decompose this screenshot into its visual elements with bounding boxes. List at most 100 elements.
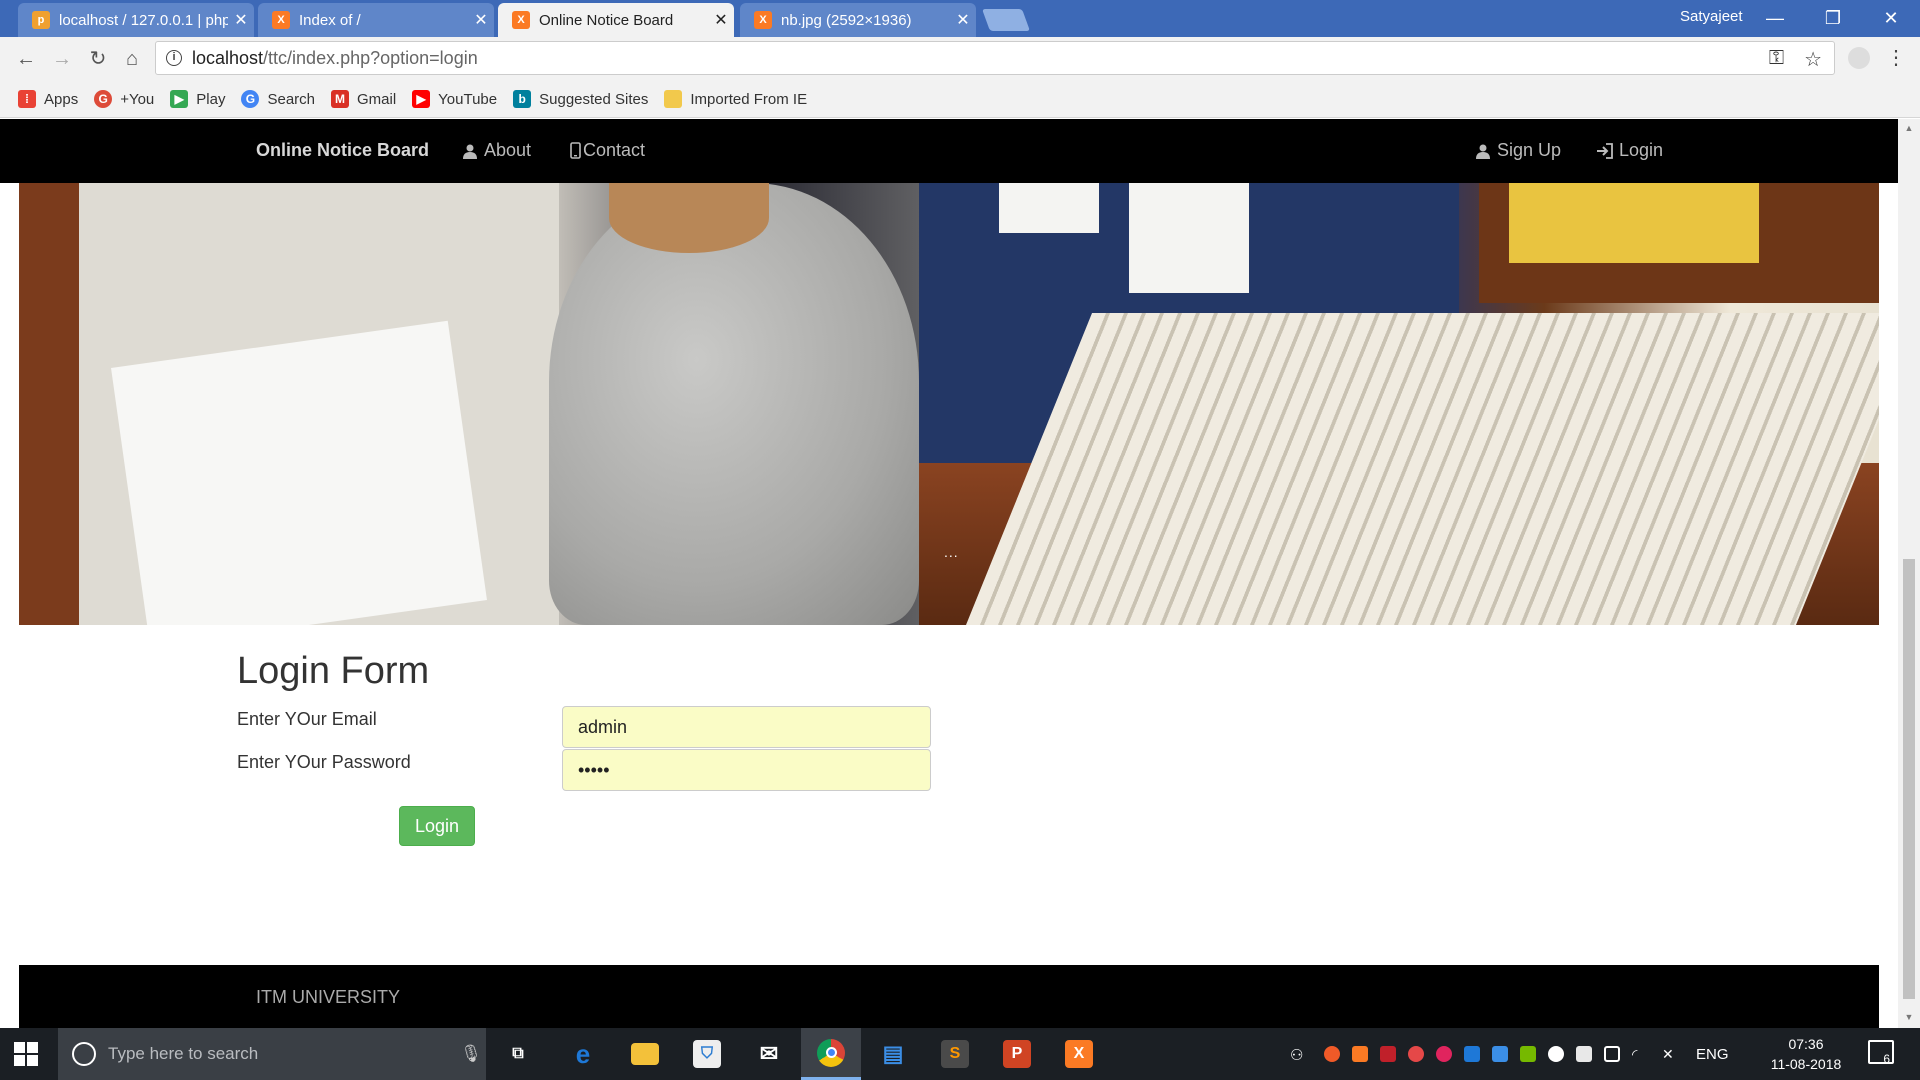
bookmark-label: Gmail [357, 90, 397, 108]
bookmark-apps[interactable]: ⁞ Apps [18, 90, 78, 108]
xampp-tray-icon[interactable] [1352, 1046, 1368, 1062]
login-button[interactable]: Login [399, 806, 475, 846]
file-explorer-icon[interactable] [615, 1028, 675, 1080]
bookmark-label: Search [267, 90, 315, 108]
bookmark-suggested-sites[interactable]: b Suggested Sites [513, 90, 648, 108]
nav-about[interactable]: About [461, 140, 531, 161]
powerpoint-icon[interactable]: P [987, 1028, 1047, 1080]
tab-online-notice-board[interactable]: X Online Notice Board ✕ [498, 3, 734, 37]
hero-wood-frame [19, 183, 79, 625]
hero-poster [1509, 183, 1759, 263]
taskbar-clock[interactable]: 07:36 11-08-2018 [1766, 1034, 1846, 1074]
bookmark-search[interactable]: G Search [241, 90, 315, 108]
laptop-app-icon[interactable]: ▤ [863, 1028, 923, 1080]
close-icon[interactable]: ✕ [950, 10, 976, 30]
hero-image: ... [19, 183, 1879, 625]
bookmark-gmail[interactable]: M Gmail [331, 90, 396, 108]
bluetooth-icon[interactable] [1464, 1046, 1480, 1062]
tab-phpmyadmin[interactable]: p localhost / 127.0.0.1 | php ✕ [18, 3, 254, 37]
url-text[interactable]: localhost/ttc/index.php?option=login [192, 48, 478, 69]
bookmark-label: +You [120, 90, 155, 108]
windows-start-icon[interactable] [14, 1042, 38, 1066]
folder-icon [664, 90, 683, 108]
youtube-icon: ▶ [412, 90, 431, 108]
site-brand[interactable]: Online Notice Board [256, 140, 429, 161]
tray-app-icon[interactable] [1492, 1046, 1508, 1062]
bookmark-label: Suggested Sites [539, 90, 649, 108]
tab-nb-jpg[interactable]: X nb.jpg (2592×1936) ✕ [740, 3, 976, 37]
store-icon[interactable]: ⛉ [677, 1028, 737, 1080]
bookmarks-bar: ⁞ Apps G +You ▶ Play G Search M Gmail ▶ YouTub… [0, 81, 1920, 118]
xampp-icon: X [754, 11, 772, 29]
close-window-icon[interactable]: ✕ [1868, 4, 1914, 32]
people-icon[interactable]: ⚇ [1290, 1046, 1312, 1064]
sublime-text-icon[interactable]: S [925, 1028, 985, 1080]
language-indicator[interactable]: ENG [1696, 1046, 1729, 1063]
tab-title: Online Notice Board [539, 11, 674, 29]
chrome-icon[interactable] [801, 1028, 861, 1080]
bookmark-youtube[interactable]: ▶ YouTube [412, 90, 497, 108]
profile-name[interactable]: Satyajeet [1680, 8, 1743, 25]
close-icon[interactable]: ✕ [468, 10, 494, 30]
minimize-icon[interactable]: — [1752, 4, 1798, 32]
mail-icon[interactable]: ✉ [739, 1028, 799, 1080]
menu-icon[interactable]: ⋮ [1886, 45, 1906, 70]
nav-login[interactable]: Login [1596, 140, 1663, 161]
key-icon[interactable]: ⚿ [1769, 47, 1784, 72]
wifi-icon[interactable]: ◜ [1632, 1046, 1650, 1062]
upload-icon[interactable] [1324, 1046, 1340, 1062]
hero-radiator [965, 313, 1879, 625]
clock-date: 11-08-2018 [1770, 1056, 1842, 1072]
email-field[interactable] [562, 706, 931, 748]
task-view-icon[interactable]: ⧉ [488, 1028, 548, 1080]
bookmark-google-plus[interactable]: G +You [94, 90, 154, 108]
close-icon[interactable]: ✕ [708, 10, 734, 30]
bookmark-star-icon[interactable]: ☆ [1804, 47, 1822, 72]
action-center-icon[interactable]: 6 [1868, 1040, 1894, 1066]
nav-about-label: About [484, 140, 532, 160]
mcafee-icon[interactable] [1380, 1046, 1396, 1062]
taskbar-search[interactable]: Type here to search 🎙 [58, 1028, 486, 1080]
nav-sign-up[interactable]: Sign Up [1474, 140, 1561, 161]
scroll-thumb[interactable] [1903, 559, 1915, 999]
tab-index-of[interactable]: X Index of / ✕ [258, 3, 494, 37]
bookmark-play[interactable]: ▶ Play [170, 90, 225, 108]
phpmyadmin-icon: p [32, 11, 50, 29]
home-icon[interactable]: ⌂ [118, 45, 146, 73]
new-tab-button[interactable] [981, 9, 1031, 31]
windows-taskbar: Type here to search 🎙 ⧉ e ⛉ ✉ ▤ S P X ⚇ … [0, 1028, 1920, 1080]
security-icon[interactable] [1576, 1046, 1592, 1062]
nav-contact[interactable]: Contact [569, 140, 645, 161]
scroll-up-icon[interactable]: ▲ [1903, 123, 1915, 135]
tab-title: localhost / 127.0.0.1 | php [59, 11, 228, 29]
xampp-icon[interactable]: X [1049, 1028, 1109, 1080]
tab-title: Index of / [299, 11, 361, 29]
extension-icon[interactable] [1848, 47, 1870, 69]
email-label: Enter YOur Email [237, 709, 377, 729]
bookmark-label: Imported From IE [690, 90, 808, 108]
speaker-mute-icon[interactable]: ✕ [1662, 1046, 1680, 1062]
tab-title: nb.jpg (2592×1936) [781, 11, 912, 29]
forward-icon[interactable]: → [48, 45, 76, 73]
browser-titlebar: p localhost / 127.0.0.1 | php ✕ X Index … [0, 0, 1920, 37]
reload-icon[interactable]: ↻ [84, 45, 112, 73]
microphone-icon[interactable]: 🎙 [456, 1044, 486, 1064]
tray-app-icon[interactable] [1408, 1046, 1424, 1062]
hero-notice [999, 183, 1099, 233]
close-icon[interactable]: ✕ [228, 10, 254, 30]
tray-app-icon[interactable] [1436, 1046, 1452, 1062]
back-icon[interactable]: ← [12, 45, 40, 73]
restore-icon[interactable]: ❐ [1810, 4, 1856, 32]
battery-icon[interactable] [1604, 1046, 1620, 1062]
info-icon[interactable]: i [166, 50, 182, 66]
address-bar[interactable]: i localhost/ttc/index.php?option=login ⚿… [155, 41, 1835, 75]
onedrive-icon[interactable] [1548, 1046, 1564, 1062]
page-scrollbar[interactable]: ▲ ▼ [1898, 119, 1920, 1028]
site-footer: ITM UNIVERSITY [19, 965, 1879, 1028]
scroll-down-icon[interactable]: ▼ [1903, 1012, 1915, 1024]
edge-icon[interactable]: e [553, 1028, 613, 1080]
carousel-dots[interactable]: ... [944, 544, 959, 560]
nvidia-icon[interactable] [1520, 1046, 1536, 1062]
bookmark-imported-from-ie[interactable]: Imported From IE [664, 90, 807, 108]
password-field[interactable] [562, 749, 931, 791]
